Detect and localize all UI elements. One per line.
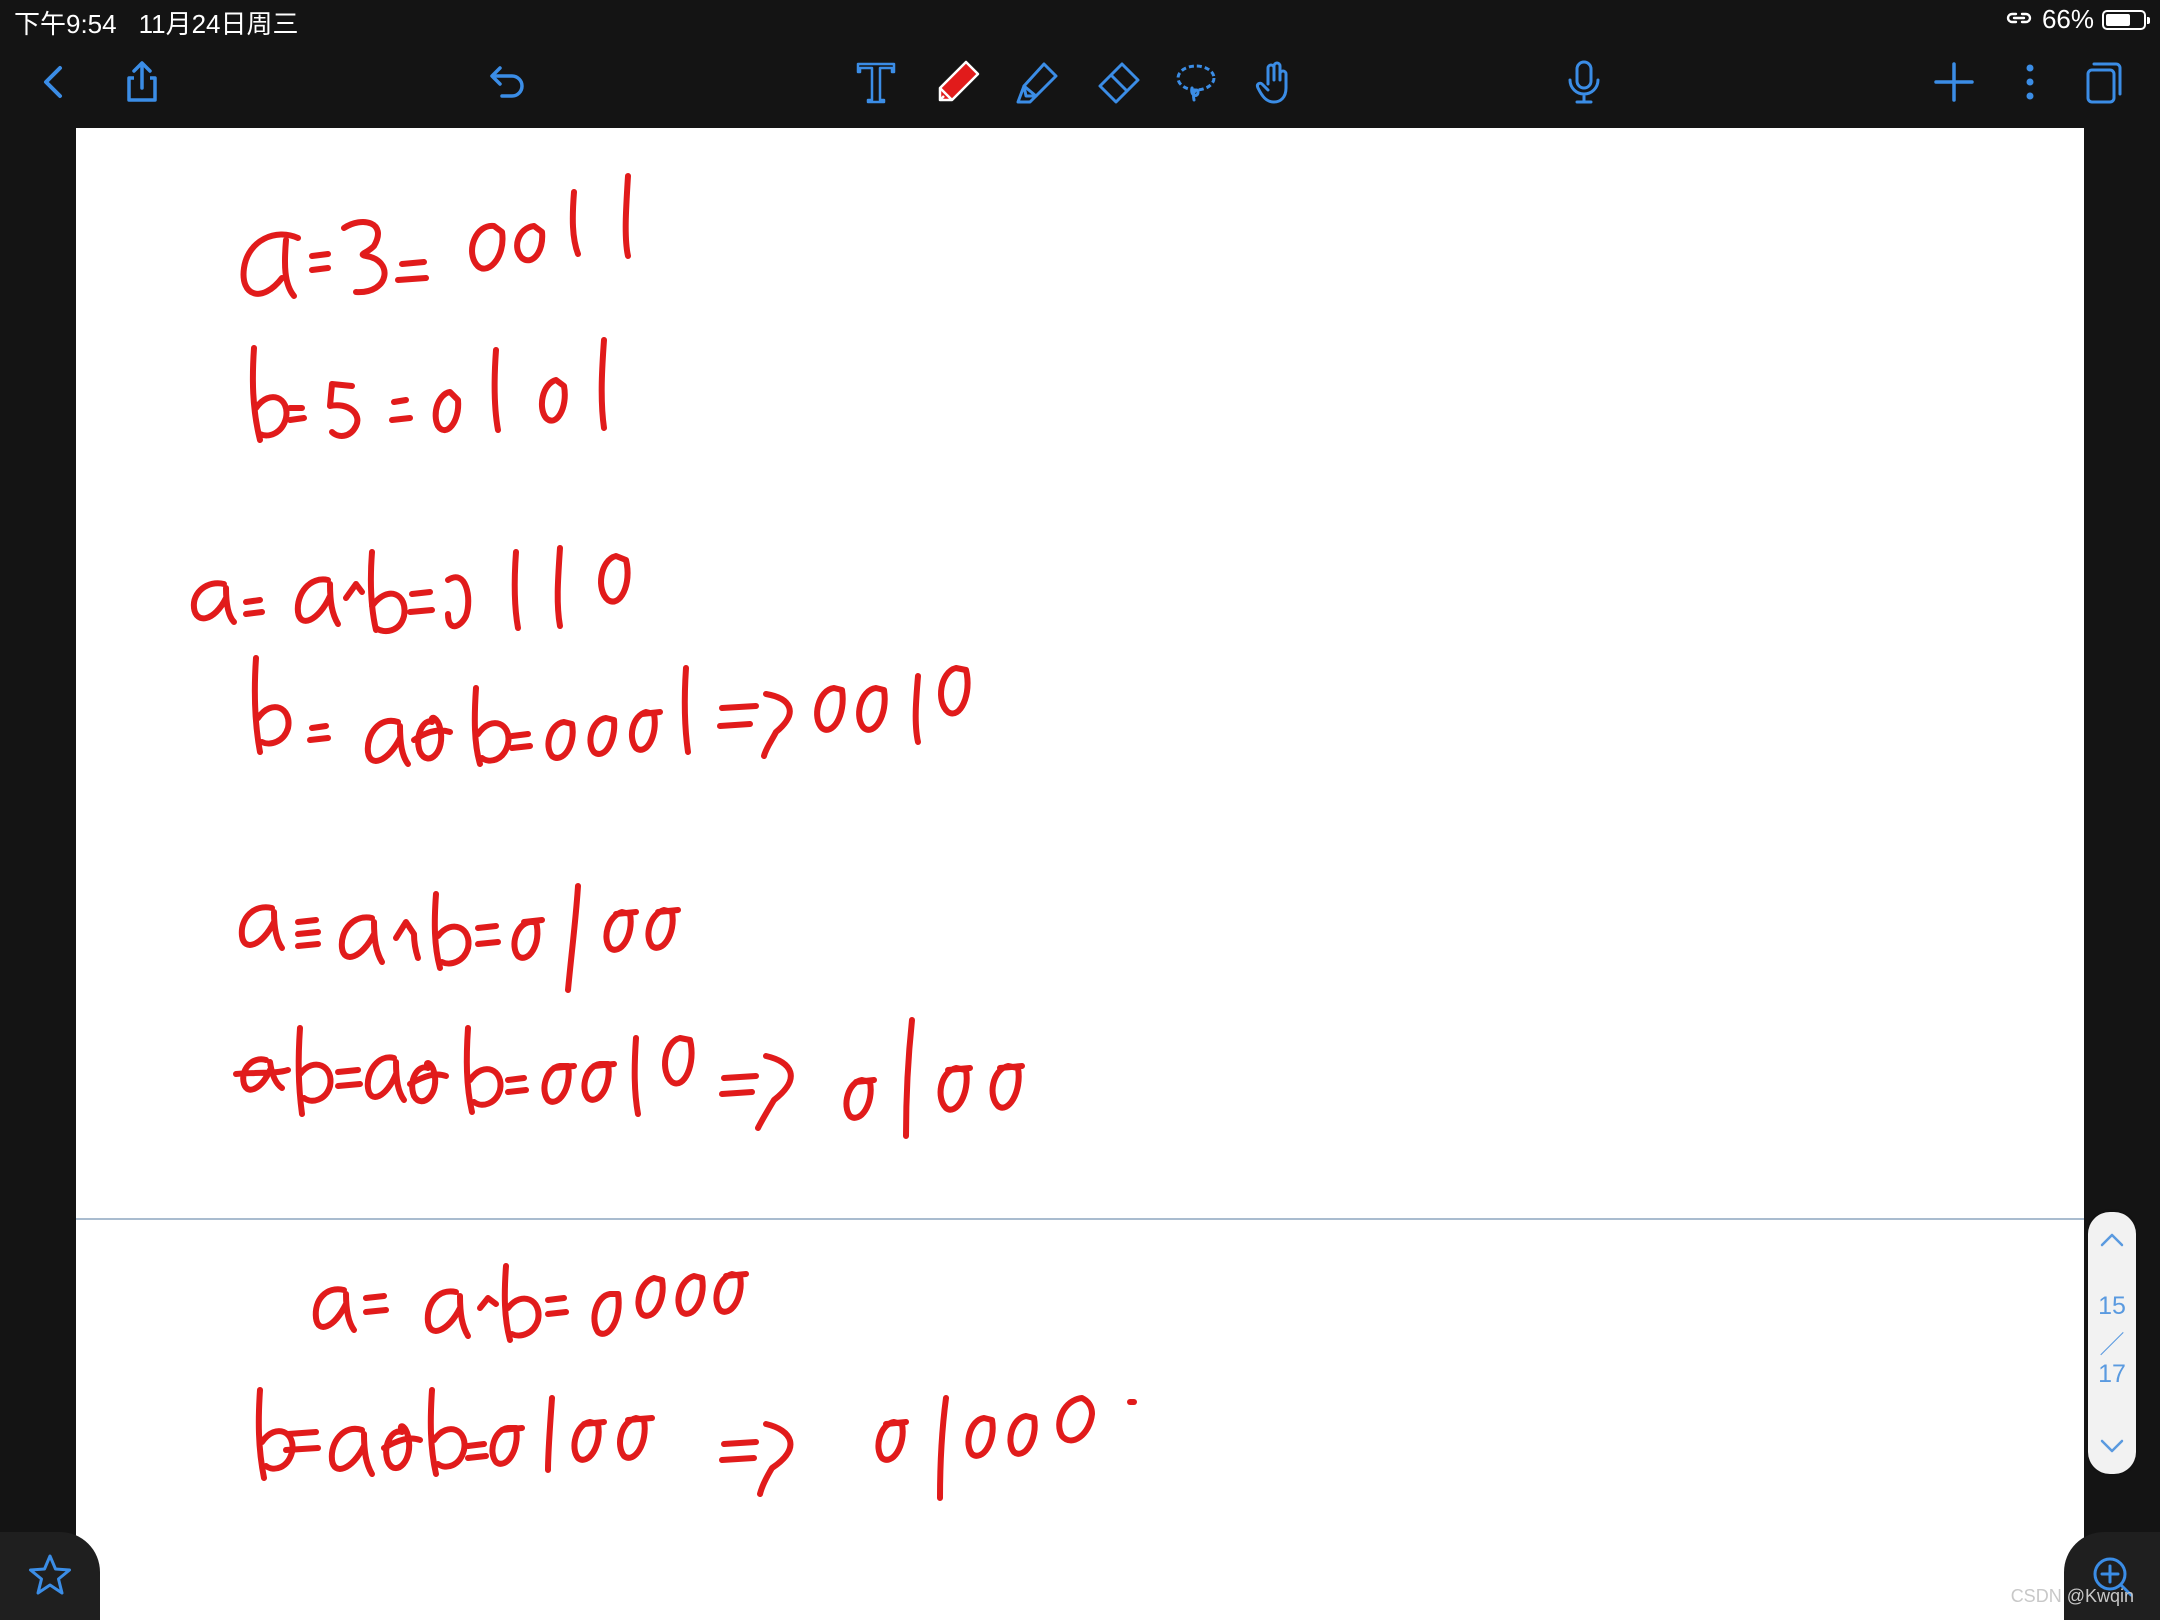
ink-line-5 [238,883,681,993]
hand-tool-icon[interactable] [1246,54,1302,110]
pages-icon[interactable] [2076,54,2132,110]
total-page-count: 17 [2098,1360,2126,1388]
battery-icon [2102,9,2150,30]
ink-line-1 [240,173,631,299]
page-separator: ／ [2099,1331,2125,1359]
ink-line-3 [190,545,631,635]
page-up-icon[interactable] [2088,1222,2136,1258]
ink-line-8 [255,1387,1137,1501]
ink-line-6 [233,1017,1025,1139]
page-indicator: 15 ／ 17 [2088,1212,2136,1474]
toolbar [0,38,2160,128]
microphone-icon[interactable] [1556,54,1612,110]
ink-line-4 [251,655,971,767]
page-divider [76,1218,2084,1220]
page-down-icon[interactable] [2088,1428,2136,1464]
status-date: 11月24日周三 [138,9,299,39]
add-page-icon[interactable] [1926,54,1982,110]
pen-tool-icon[interactable] [930,54,986,110]
undo-icon[interactable] [480,54,536,110]
bottom-left-panel [0,1532,100,1620]
more-icon[interactable] [2002,54,2058,110]
eraser-icon[interactable] [1090,54,1146,110]
handwriting-canvas [190,173,1137,1501]
current-page-number: 15 [2098,1292,2126,1320]
back-icon[interactable] [26,54,82,110]
watermark: CSDN @Kwqin [2010,1586,2134,1606]
highlighter-icon[interactable] [1010,54,1066,110]
link-icon [2004,4,2034,35]
share-icon[interactable] [114,54,170,110]
star-icon[interactable] [22,1548,78,1604]
status-bar: 下午9:54 11月24日周三 66% [0,0,2160,39]
ink-line-7 [312,1263,749,1343]
ink-line-2 [249,337,607,443]
text-tool-icon[interactable] [848,54,904,110]
lasso-icon[interactable] [1168,54,1224,110]
status-time: 下午9:54 [14,9,117,39]
battery-percent: 66% [2041,4,2094,34]
note-page[interactable] [76,128,2084,1620]
